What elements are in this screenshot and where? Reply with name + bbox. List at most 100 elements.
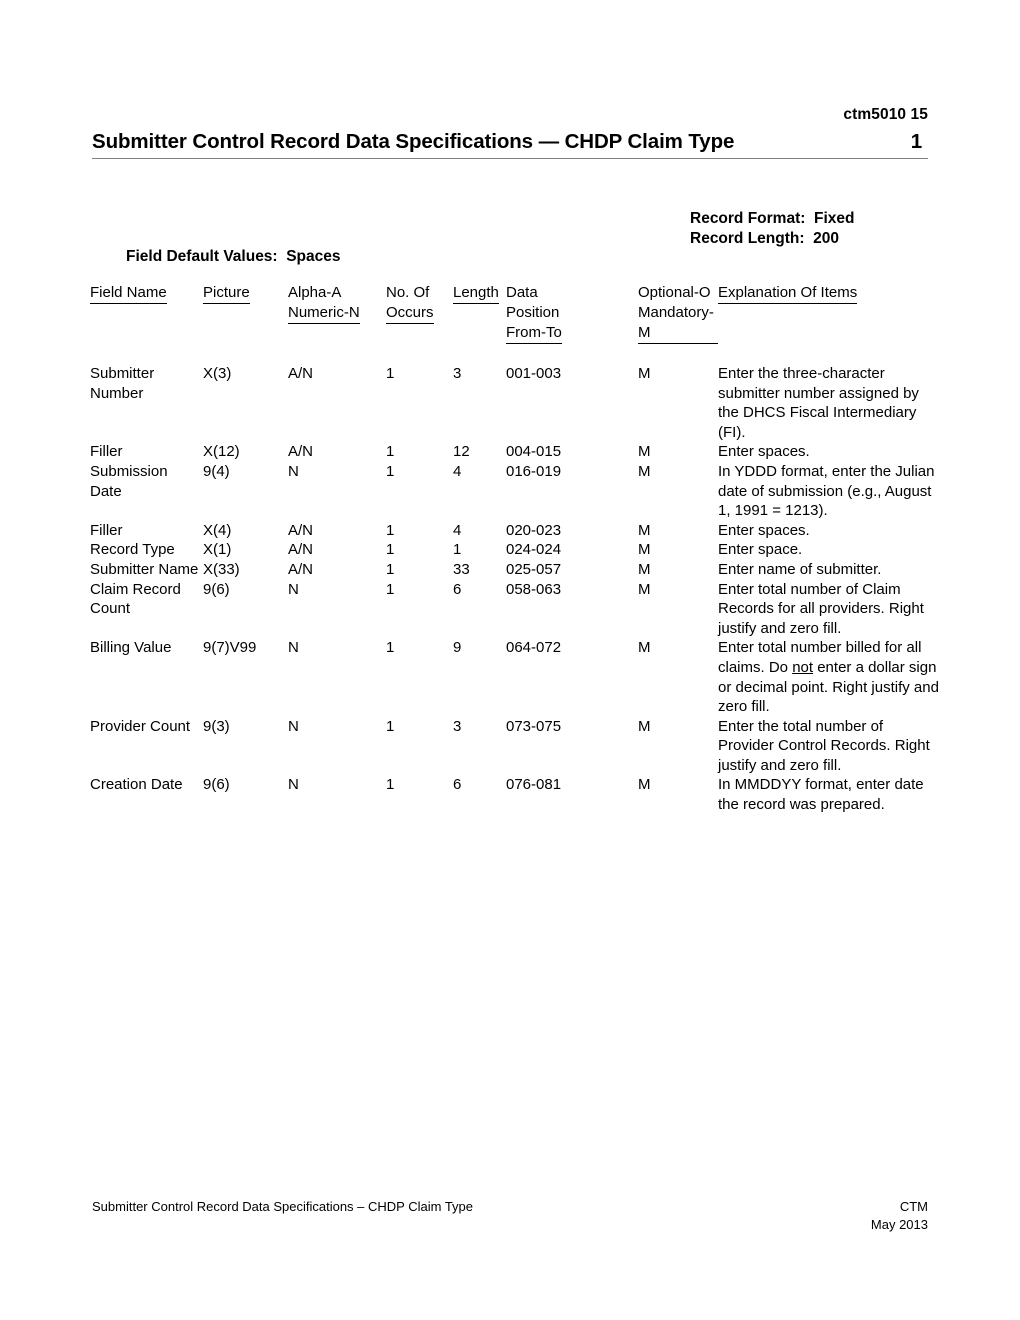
cell-occurs: 1 [386,560,395,578]
cell-length: 9 [453,639,462,657]
cell-explanation: Enter space. [718,541,803,559]
cell-alpha_numeric: A/N [288,443,314,461]
cell-occurs: 1 [386,365,395,382]
cell-position: 004-015 [506,443,562,461]
col-header-position-line3: From-To [506,323,562,344]
cell-position: 064-072 [506,639,562,657]
cell-length: 6 [453,776,462,794]
cell-occurs: 1 [386,717,395,735]
cell-explanation: In YDDD format, enter the Julian date of… [718,462,935,520]
cell-alpha_numeric: A/N [288,560,314,578]
cell-field_name: Provider Count [90,717,191,735]
cell-occurs: 1 [386,580,395,598]
document-code: ctm5010 15 [843,106,928,123]
cell-optional_mandatory: M [638,443,651,461]
page-title: Submitter Control Record Data Specificat… [92,130,735,153]
col-header-optional-line1: Optional-O [638,284,711,301]
cell-position: 020-023 [506,521,562,539]
table-row: Submitter Name X(33) A/N 1 33 025-057 M Enter n… [90,560,940,580]
cell-position: 025-057 [506,560,562,578]
table-row: Filler X(4) A/N 1 4 020-023 M Enter spaces. [90,521,940,541]
cell-optional_mandatory: M [638,365,651,382]
cell-explanation: Enter name of submitter. [718,560,882,578]
cell-field_name: Record Type [90,541,175,559]
cell-picture: X(1) [203,541,232,559]
cell-alpha_numeric: N [288,639,299,657]
col-header-occurs-line1: No. Of [386,284,430,301]
cell-picture: 9(7)V99 [203,639,257,657]
cell-position: 001-003 [506,365,562,382]
cell-position: 058-063 [506,580,562,598]
col-header-data-position: Data Position From-To [506,283,638,344]
cell-picture: X(12) [203,443,240,461]
spec-table-wrapper: Field Name Picture Alpha-A Numeric-N No. [90,283,940,815]
cell-picture: 9(6) [203,580,230,598]
page-number: 1 [910,130,922,153]
col-header-length-label: Length [453,283,499,304]
cell-field_name: Claim Record Count [90,580,181,618]
footer-meta: CTM May 2013 [871,1198,928,1234]
cell-length: 3 [453,717,462,735]
cell-picture: X(33) [203,560,240,578]
page-title-row: Submitter Control Record Data Specificat… [92,130,928,158]
cell-explanation: Enter the three-character submitter numb… [718,365,919,441]
cell-length: 33 [453,560,470,578]
cell-alpha_numeric: A/N [288,365,314,382]
cell-explanation: Enter the total number of Provider Contr… [718,717,930,774]
cell-alpha_numeric: N [288,462,299,480]
cell-picture: 9(3) [203,717,230,735]
document-page: ctm5010 15 Submitter Control Record Data… [0,0,1020,1320]
cell-optional_mandatory: M [638,521,651,539]
cell-field_name: Billing Value [90,639,172,657]
cell-length: 3 [453,365,462,382]
table-row: Claim Record Count 9(6) N 1 6 058-063 M Enter t… [90,580,940,639]
col-header-occurs: No. Of Occurs [386,283,453,344]
table-row: Provider Count 9(3) N 1 3 073-075 M Enter the t… [90,717,940,776]
cell-occurs: 1 [386,541,395,559]
title-divider [92,158,928,159]
record-length: Record Length: 200 [690,230,839,247]
col-header-length: Length [453,283,506,344]
table-row: Submitter Number X(3) A/N 1 3 001-003 M Enter t… [90,344,940,442]
col-header-explanation-label: Explanation Of Items [718,283,858,304]
cell-alpha_numeric: A/N [288,541,314,559]
cell-occurs: 1 [386,521,395,539]
cell-explanation: Enter total number billed for all claims… [718,638,940,716]
cell-field_name: Submitter Name [90,560,199,578]
cell-field_name: Submission Date [90,462,168,500]
record-format: Record Format: Fixed [690,210,855,227]
col-header-picture: Picture [203,283,288,344]
cell-optional_mandatory: M [638,580,651,598]
col-header-alpha-line2: Numeric-N [288,303,360,324]
cell-field_name: Submitter Number [90,365,155,402]
cell-field_name: Filler [90,443,123,461]
table-row: Billing Value 9(7)V99 N 1 9 064-072 M Enter tot… [90,638,940,716]
col-header-position-line2: Position [506,304,560,321]
cell-picture: 9(6) [203,776,230,794]
cell-occurs: 1 [386,462,395,480]
col-header-field-name: Field Name [90,283,203,344]
spec-table-head: Field Name Picture Alpha-A Numeric-N No. [90,283,940,344]
cell-length: 1 [453,541,462,559]
record-meta-block: Record Format: Fixed Record Length: 200 [690,209,855,249]
cell-alpha_numeric: N [288,776,299,794]
cell-length: 12 [453,443,470,461]
table-header-row: Field Name Picture Alpha-A Numeric-N No. [90,283,940,344]
footer-date: May 2013 [870,1217,928,1232]
spec-table: Field Name Picture Alpha-A Numeric-N No. [90,283,940,815]
table-row: Filler X(12) A/N 1 12 004-015 M Enter spaces. [90,442,940,462]
cell-optional_mandatory: M [638,560,651,578]
cell-position: 073-075 [506,717,562,735]
col-header-optional-mandatory: Optional-O Mandatory-M [638,283,718,344]
cell-position: 024-024 [506,541,562,559]
cell-picture: X(3) [203,365,232,382]
col-header-position-line1: Data [506,284,538,301]
cell-picture: 9(4) [203,462,230,480]
col-header-alpha-line1: Alpha-A [288,284,342,301]
table-row: Submission Date 9(4) N 1 4 016-019 M In YDDD fo… [90,462,940,521]
col-header-explanation: Explanation Of Items [718,283,940,344]
col-header-field-name-label: Field Name [90,283,167,304]
cell-field_name: Creation Date [90,776,183,794]
cell-optional_mandatory: M [638,541,651,559]
col-header-occurs-line2: Occurs [386,303,434,324]
